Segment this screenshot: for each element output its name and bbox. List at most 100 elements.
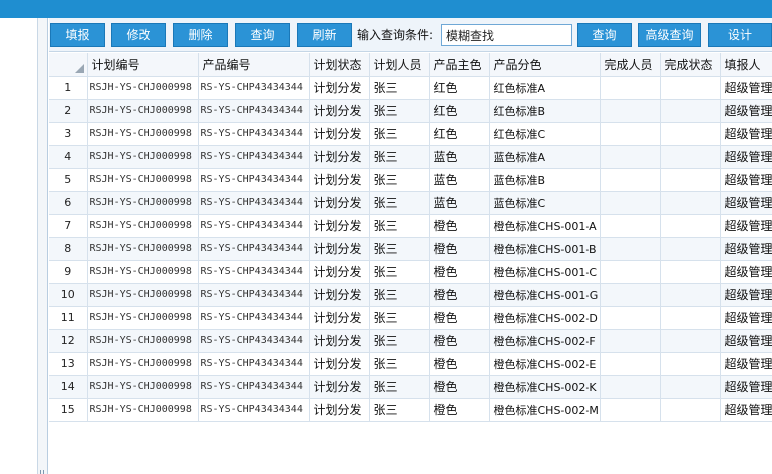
done-person-cell[interactable] xyxy=(600,168,661,192)
search-button[interactable]: 查询 xyxy=(235,23,290,47)
reporter-cell[interactable]: 超级管理员 xyxy=(720,122,772,146)
reporter-cell[interactable]: 超级管理员 xyxy=(720,398,772,422)
product-no-cell[interactable]: RS-YS-CHP43434344 xyxy=(198,375,310,399)
product-no-cell[interactable]: RS-YS-CHP43434344 xyxy=(198,352,310,376)
reporter-cell[interactable]: 超级管理员 xyxy=(720,76,772,100)
product-no-cell[interactable]: RS-YS-CHP43434344 xyxy=(198,145,310,169)
sub-color-cell[interactable]: 红色标准C xyxy=(489,122,601,146)
table-row[interactable]: 14 RSJH-YS-CHJ000998 RS-YS-CHP43434344 计划分发… xyxy=(49,375,772,399)
product-no-cell[interactable]: RS-YS-CHP43434344 xyxy=(198,260,310,284)
plan-no-cell[interactable]: RSJH-YS-CHJ000998 xyxy=(87,329,199,353)
main-color-cell[interactable]: 橙色 xyxy=(429,214,490,238)
done-status-cell[interactable] xyxy=(660,214,721,238)
table-row[interactable]: 4 RSJH-YS-CHJ000998 RS-YS-CHP43434344 计划分发张… xyxy=(49,145,772,169)
planner-cell[interactable]: 张三 xyxy=(369,237,430,261)
done-status-cell[interactable] xyxy=(660,306,721,330)
main-color-cell[interactable]: 蓝色 xyxy=(429,191,490,215)
done-status-cell[interactable] xyxy=(660,352,721,376)
delete-button[interactable]: 删除 xyxy=(173,23,228,47)
main-color-cell[interactable]: 橙色 xyxy=(429,260,490,284)
plan-status-cell[interactable]: 计划分发 xyxy=(309,122,370,146)
done-person-cell[interactable] xyxy=(600,214,661,238)
table-row[interactable]: 15 RSJH-YS-CHJ000998 RS-YS-CHP43434344 计划分发… xyxy=(49,398,772,422)
plan-status-cell[interactable]: 计划分发 xyxy=(309,352,370,376)
product-no-cell[interactable]: RS-YS-CHP43434344 xyxy=(198,99,310,123)
sub-color-cell[interactable]: 橙色标准CHS-002-M xyxy=(489,398,601,422)
product-no-cell[interactable]: RS-YS-CHP43434344 xyxy=(198,329,310,353)
table-row[interactable]: 5 RSJH-YS-CHJ000998 RS-YS-CHP43434344 计划分发张… xyxy=(49,168,772,192)
plan-status-cell[interactable]: 计划分发 xyxy=(309,283,370,307)
col-header-plan-status[interactable]: 计划状态 xyxy=(309,53,370,77)
planner-cell[interactable]: 张三 xyxy=(369,214,430,238)
col-header-main-color[interactable]: 产品主色 xyxy=(429,53,490,77)
main-color-cell[interactable]: 橙色 xyxy=(429,237,490,261)
done-status-cell[interactable] xyxy=(660,398,721,422)
select-all-corner[interactable] xyxy=(49,53,88,77)
plan-status-cell[interactable]: 计划分发 xyxy=(309,191,370,215)
row-number-cell[interactable]: 13 xyxy=(49,352,88,376)
done-status-cell[interactable] xyxy=(660,122,721,146)
done-person-cell[interactable] xyxy=(600,260,661,284)
plan-no-cell[interactable]: RSJH-YS-CHJ000998 xyxy=(87,260,199,284)
table-row[interactable]: 13 RSJH-YS-CHJ000998 RS-YS-CHP43434344 计划分发… xyxy=(49,352,772,376)
main-color-cell[interactable]: 红色 xyxy=(429,122,490,146)
table-row[interactable]: 12 RSJH-YS-CHJ000998 RS-YS-CHP43434344 计划分发… xyxy=(49,329,772,353)
planner-cell[interactable]: 张三 xyxy=(369,191,430,215)
planner-cell[interactable]: 张三 xyxy=(369,122,430,146)
done-status-cell[interactable] xyxy=(660,168,721,192)
main-color-cell[interactable]: 蓝色 xyxy=(429,145,490,169)
row-number-cell[interactable]: 15 xyxy=(49,398,88,422)
plan-no-cell[interactable]: RSJH-YS-CHJ000998 xyxy=(87,76,199,100)
add-button[interactable]: 填报 xyxy=(50,23,105,47)
main-color-cell[interactable]: 橙色 xyxy=(429,283,490,307)
col-header-planner[interactable]: 计划人员 xyxy=(369,53,430,77)
refresh-button[interactable]: 刷新 xyxy=(297,23,352,47)
plan-status-cell[interactable]: 计划分发 xyxy=(309,214,370,238)
table-row[interactable]: 11 RSJH-YS-CHJ000998 RS-YS-CHP43434344 计划分发… xyxy=(49,306,772,330)
plan-status-cell[interactable]: 计划分发 xyxy=(309,237,370,261)
row-number-cell[interactable]: 12 xyxy=(49,329,88,353)
table-row[interactable]: 10 RSJH-YS-CHJ000998 RS-YS-CHP43434344 计划分发… xyxy=(49,283,772,307)
done-status-cell[interactable] xyxy=(660,329,721,353)
done-person-cell[interactable] xyxy=(600,237,661,261)
sub-color-cell[interactable]: 蓝色标准B xyxy=(489,168,601,192)
done-status-cell[interactable] xyxy=(660,76,721,100)
sub-color-cell[interactable]: 橙色标准CHS-002-E xyxy=(489,352,601,376)
done-person-cell[interactable] xyxy=(600,283,661,307)
query-button[interactable]: 查询 xyxy=(577,23,632,47)
row-number-cell[interactable]: 5 xyxy=(49,168,88,192)
done-status-cell[interactable] xyxy=(660,260,721,284)
done-person-cell[interactable] xyxy=(600,329,661,353)
product-no-cell[interactable]: RS-YS-CHP43434344 xyxy=(198,122,310,146)
row-number-cell[interactable]: 14 xyxy=(49,375,88,399)
sub-color-cell[interactable]: 蓝色标准A xyxy=(489,145,601,169)
product-no-cell[interactable]: RS-YS-CHP43434344 xyxy=(198,191,310,215)
plan-status-cell[interactable]: 计划分发 xyxy=(309,260,370,284)
sub-color-cell[interactable]: 红色标准B xyxy=(489,99,601,123)
row-number-cell[interactable]: 4 xyxy=(49,145,88,169)
main-color-cell[interactable]: 橙色 xyxy=(429,352,490,376)
row-number-cell[interactable]: 6 xyxy=(49,191,88,215)
product-no-cell[interactable]: RS-YS-CHP43434344 xyxy=(198,237,310,261)
advanced-query-button[interactable]: 高级查询 xyxy=(638,23,701,47)
row-number-cell[interactable]: 2 xyxy=(49,99,88,123)
done-person-cell[interactable] xyxy=(600,306,661,330)
product-no-cell[interactable]: RS-YS-CHP43434344 xyxy=(198,168,310,192)
row-number-cell[interactable]: 10 xyxy=(49,283,88,307)
query-input[interactable] xyxy=(441,24,572,46)
planner-cell[interactable]: 张三 xyxy=(369,76,430,100)
reporter-cell[interactable]: 超级管理员 xyxy=(720,168,772,192)
sub-color-cell[interactable]: 蓝色标准C xyxy=(489,191,601,215)
plan-no-cell[interactable]: RSJH-YS-CHJ000998 xyxy=(87,375,199,399)
plan-no-cell[interactable]: RSJH-YS-CHJ000998 xyxy=(87,214,199,238)
reporter-cell[interactable]: 超级管理员 xyxy=(720,191,772,215)
col-header-sub-color[interactable]: 产品分色 xyxy=(489,53,601,77)
table-row[interactable]: 3 RSJH-YS-CHJ000998 RS-YS-CHP43434344 计划分发张… xyxy=(49,122,772,146)
product-no-cell[interactable]: RS-YS-CHP43434344 xyxy=(198,76,310,100)
planner-cell[interactable]: 张三 xyxy=(369,168,430,192)
reporter-cell[interactable]: 超级管理员 xyxy=(720,260,772,284)
done-person-cell[interactable] xyxy=(600,145,661,169)
main-color-cell[interactable]: 红色 xyxy=(429,99,490,123)
row-number-cell[interactable]: 7 xyxy=(49,214,88,238)
plan-status-cell[interactable]: 计划分发 xyxy=(309,99,370,123)
